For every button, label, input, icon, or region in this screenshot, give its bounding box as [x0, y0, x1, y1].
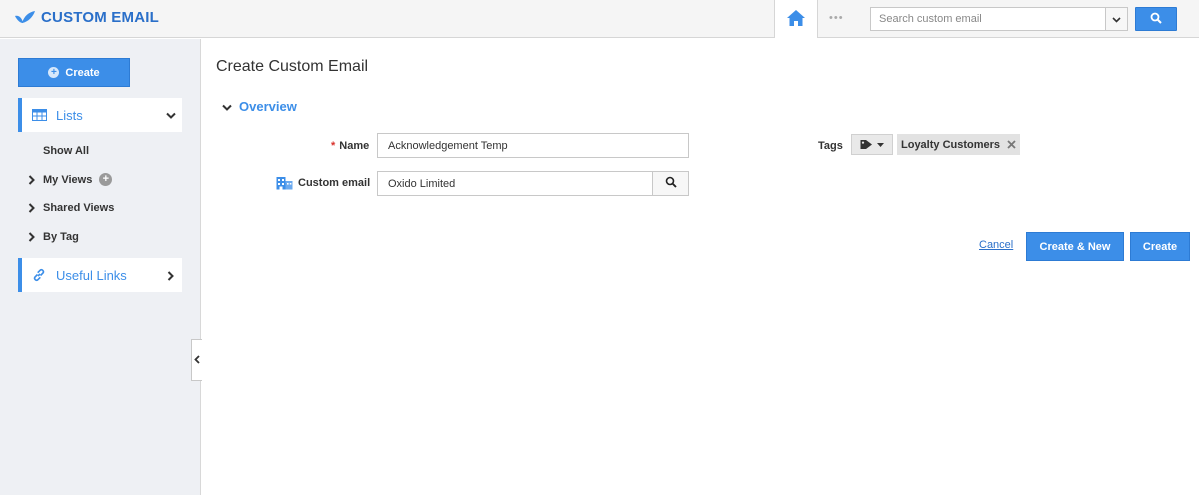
- name-field[interactable]: [377, 133, 689, 158]
- custom-email-label: Custom email: [276, 176, 370, 190]
- home-button[interactable]: [774, 0, 818, 38]
- search-scope-dropdown[interactable]: [1106, 7, 1128, 31]
- cancel-link[interactable]: Cancel: [979, 239, 1013, 251]
- sidebar-item-label: Useful Links: [56, 267, 127, 283]
- chevron-left-icon: [194, 353, 200, 367]
- home-icon: [786, 9, 806, 30]
- sidebar-item-shared-views[interactable]: Shared Views: [28, 202, 114, 214]
- chevron-right-icon: [167, 270, 174, 284]
- sidebar-item-by-tag[interactable]: By Tag: [28, 231, 79, 243]
- more-menu-icon[interactable]: •••: [829, 12, 844, 24]
- search-icon: [1150, 12, 1162, 27]
- chevron-down-icon: [222, 100, 232, 114]
- sidebar-item-label: Shared Views: [43, 202, 115, 214]
- name-label-text: Name: [339, 140, 370, 152]
- chevron-down-icon: [166, 108, 176, 122]
- link-icon: [32, 268, 48, 282]
- chevron-right-icon: [28, 174, 42, 185]
- tag-icon: [860, 139, 873, 150]
- sidebar-item-label: Lists: [56, 107, 83, 123]
- sidebar-item-useful-links[interactable]: Useful Links: [18, 258, 182, 292]
- create-submit-button[interactable]: Create: [1130, 232, 1190, 261]
- chevron-right-icon: [28, 232, 42, 242]
- building-icon: [276, 176, 293, 190]
- required-marker: *: [331, 140, 336, 152]
- sidebar-item-show-all[interactable]: Show All: [43, 145, 89, 157]
- page-title: Create Custom Email: [216, 58, 369, 75]
- overview-section-toggle[interactable]: Overview: [222, 99, 297, 114]
- tag-chip-label: Loyalty Customers: [901, 138, 1001, 151]
- tag-menu-dropdown[interactable]: [851, 134, 893, 155]
- section-title: Overview: [239, 99, 297, 114]
- chevron-right-icon: [28, 203, 42, 213]
- plus-circle-icon: +: [48, 67, 60, 78]
- custom-email-label-text: Custom email: [298, 177, 371, 189]
- create-and-new-button[interactable]: Create & New: [1026, 232, 1124, 261]
- search-input[interactable]: [870, 7, 1106, 31]
- custom-email-lookup-button[interactable]: [652, 171, 689, 196]
- sidebar-item-label: My Views: [43, 173, 93, 186]
- wing-logo-icon: [14, 10, 36, 26]
- name-label: * Name: [331, 140, 369, 152]
- tags-label: Tags: [818, 140, 843, 152]
- create-button-label: Create: [65, 66, 100, 79]
- tag-chip: Loyalty Customers: [897, 134, 1021, 155]
- top-bar: CUSTOM EMAIL •••: [0, 0, 1199, 38]
- search-icon: [665, 176, 677, 191]
- brand[interactable]: CUSTOM EMAIL: [14, 9, 159, 26]
- sidebar-item-lists[interactable]: Lists: [18, 98, 182, 132]
- sidebar-item-label: Show All: [43, 145, 90, 157]
- add-view-icon[interactable]: +: [99, 173, 113, 186]
- custom-email-field[interactable]: [377, 171, 653, 196]
- sidebar-collapse-toggle[interactable]: [191, 339, 202, 381]
- sidebar-item-my-views[interactable]: My Views +: [28, 173, 113, 186]
- sidebar: + Create Lists Show All My Views + Share…: [0, 39, 201, 495]
- create-button[interactable]: + Create: [18, 58, 130, 87]
- remove-tag-icon[interactable]: [1007, 140, 1016, 149]
- search-button[interactable]: [1135, 7, 1177, 31]
- list-grid-icon: [32, 109, 48, 121]
- sidebar-item-label: By Tag: [43, 231, 79, 243]
- app-title: CUSTOM EMAIL: [41, 9, 159, 26]
- chevron-down-icon: [1112, 12, 1121, 26]
- caret-down-icon: [877, 142, 884, 147]
